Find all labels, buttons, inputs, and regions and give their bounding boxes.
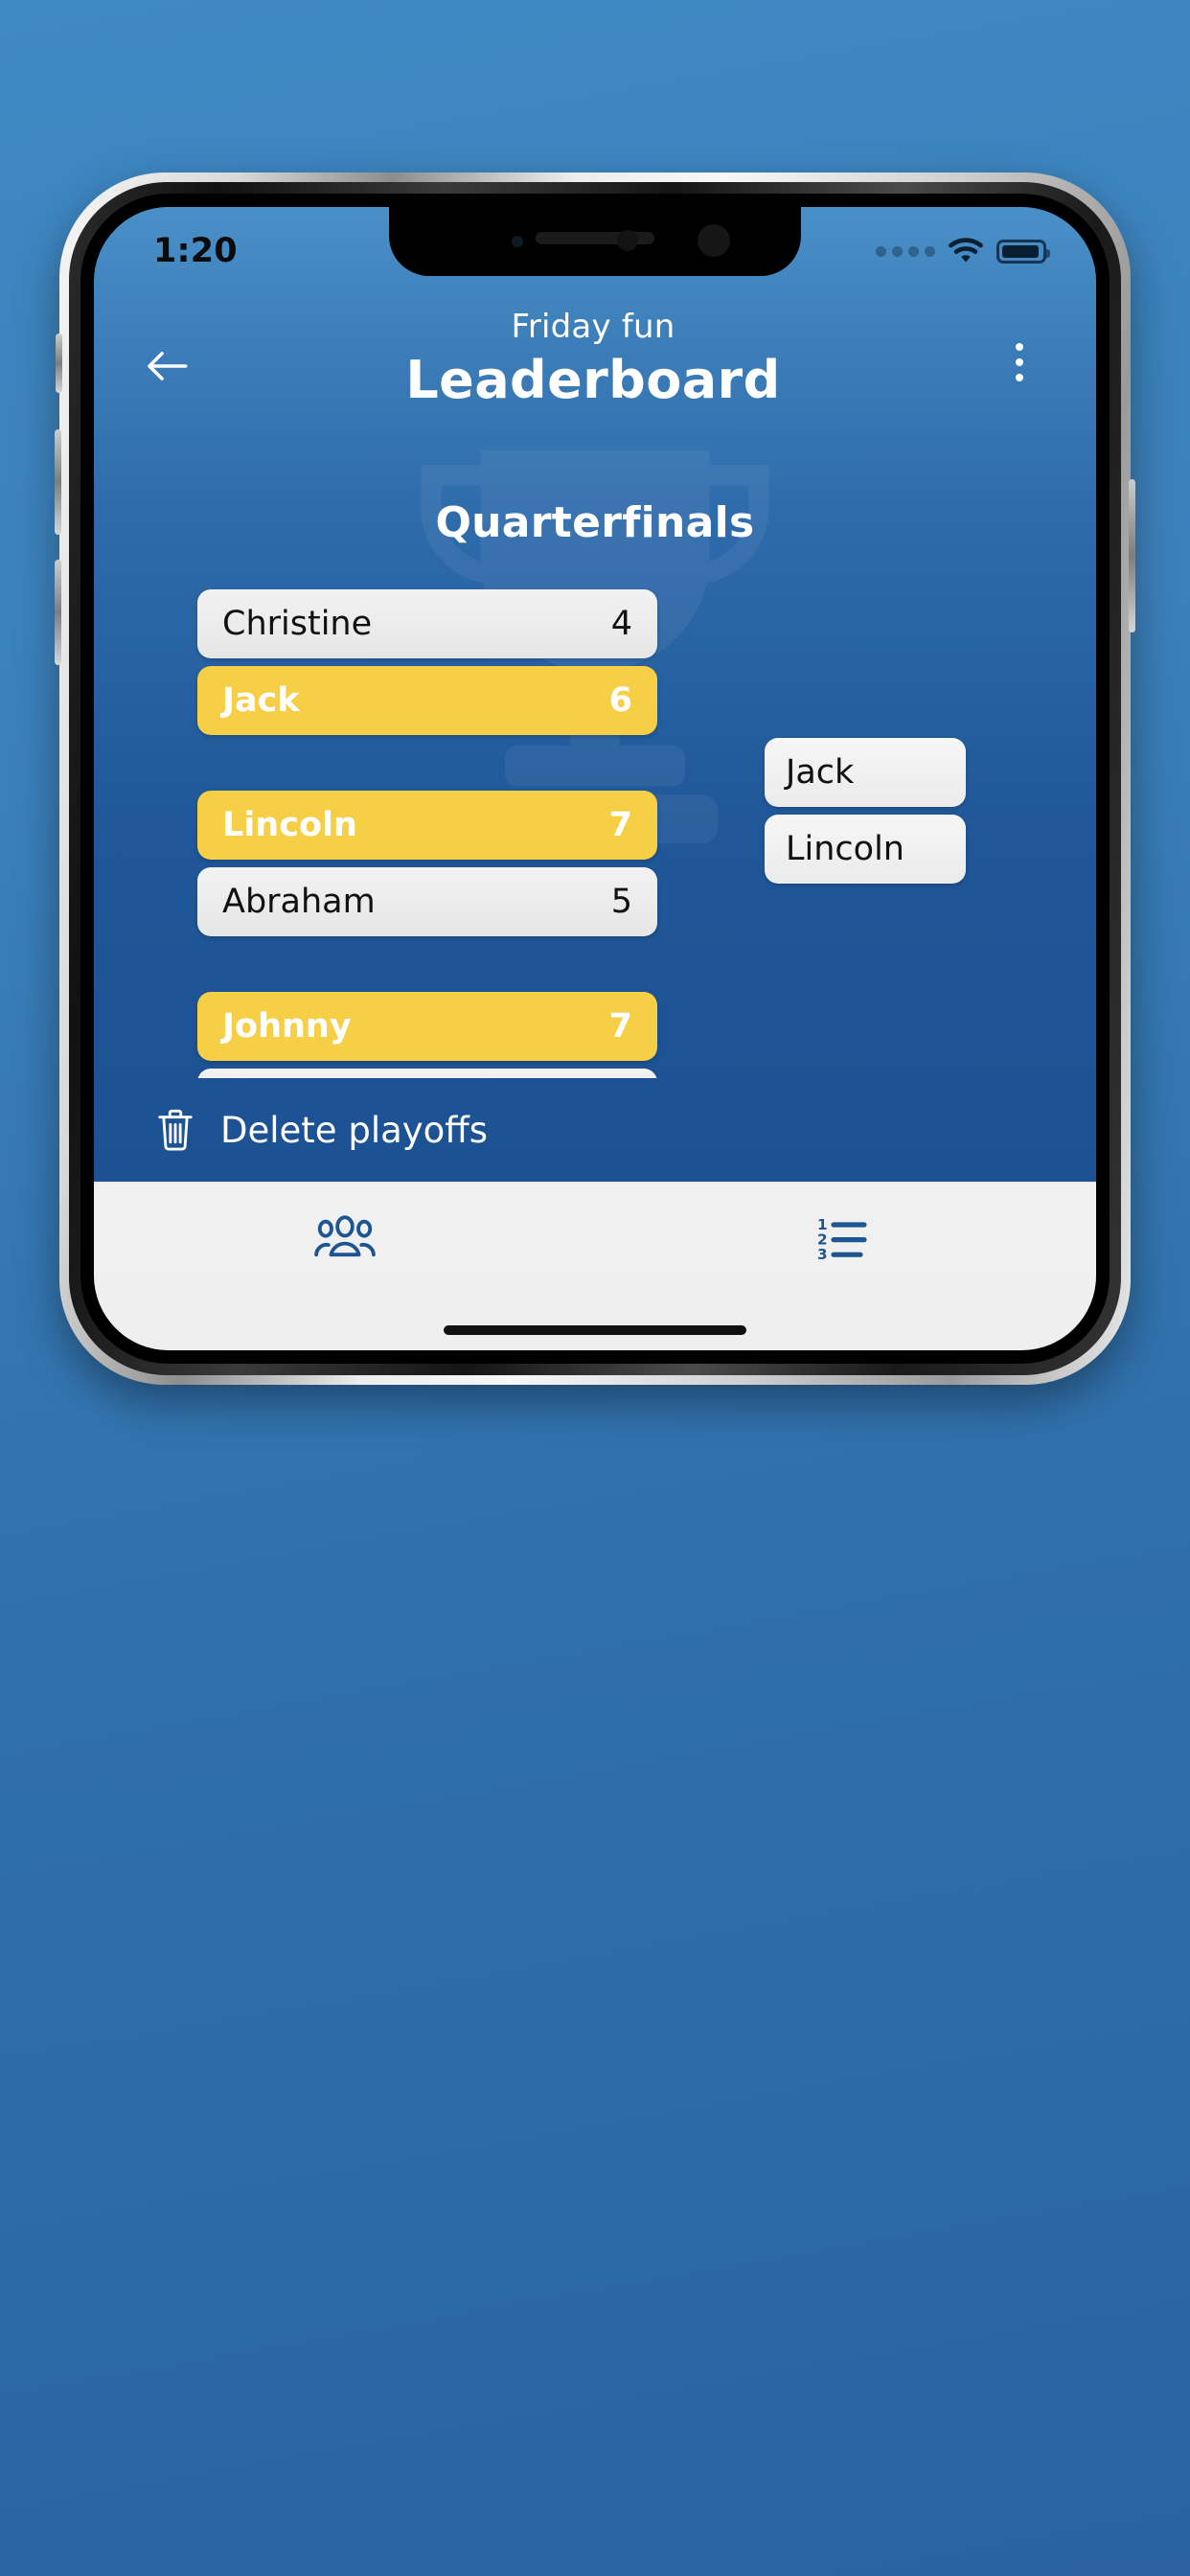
bottom-navigation-bar: 1 2 3 [94, 1182, 1096, 1350]
volume-down-button[interactable] [55, 560, 61, 665]
phone-screen: 1:20 Friday fun Leaderboard Quarterfinal… [94, 207, 1096, 1350]
bracket-row[interactable]: Eric 5 [197, 1069, 657, 1078]
round-title: Quarterfinals [435, 498, 755, 548]
volume-up-button[interactable] [55, 429, 61, 535]
player-score: 5 [610, 883, 632, 922]
bracket-row[interactable]: Jack [765, 738, 966, 808]
back-button[interactable] [132, 332, 201, 401]
trash-icon [158, 1109, 193, 1151]
player-score: 7 [608, 1007, 632, 1046]
playoff-name: Friday fun [511, 308, 675, 346]
signal-dots-icon [876, 245, 935, 257]
back-arrow-icon [148, 352, 188, 380]
people-group-icon [313, 1215, 376, 1257]
svg-text:3: 3 [817, 1246, 828, 1261]
battery-icon [996, 239, 1050, 264]
status-icons [876, 232, 1050, 264]
match-card[interactable]: Lincoln 7 Abraham 5 [197, 791, 657, 937]
player-name: Abraham [222, 883, 376, 922]
status-bar: 1:20 [94, 207, 1096, 289]
player-name: Jack [222, 681, 300, 721]
overflow-menu-button[interactable] [991, 328, 1048, 397]
app-root: 1:20 Friday fun Leaderboard Quarterfinal… [94, 207, 1096, 1350]
player-name: Jack [786, 753, 855, 793]
numbered-list-icon: 1 2 3 [817, 1216, 867, 1261]
app-header: Friday fun Leaderboard [94, 289, 1096, 410]
match-card[interactable]: Jack Lincoln [765, 738, 966, 891]
player-name: Lincoln [222, 806, 357, 845]
player-score: 7 [608, 806, 632, 845]
delete-playoffs-button[interactable]: Delete playoffs [94, 1078, 1096, 1182]
home-indicator[interactable] [444, 1325, 746, 1335]
player-name: Johnny [222, 1007, 352, 1046]
player-name: Christine [222, 605, 373, 644]
bracket-area[interactable]: Quarterfinals Christine 4 Jack 6 Lincoln… [94, 410, 1096, 1078]
delete-playoffs-label: Delete playoffs [220, 1109, 489, 1151]
bracket-row[interactable]: Christine 4 [197, 589, 657, 659]
bracket-row[interactable]: Jack 6 [197, 666, 657, 736]
nav-tab-players[interactable] [94, 1215, 595, 1259]
wifi-icon [949, 238, 983, 263]
bracket-row[interactable]: Lincoln 7 [197, 791, 657, 861]
quarterfinals-column: Christine 4 Jack 6 Lincoln 7 Abraham 5 J… [197, 589, 657, 1078]
kebab-menu-icon [1016, 343, 1023, 351]
match-card[interactable]: Johnny 7 Eric 5 [197, 992, 657, 1078]
player-score: 6 [608, 681, 632, 721]
status-time: 1:20 [153, 232, 238, 270]
nav-tab-leaderboard[interactable]: 1 2 3 [595, 1215, 1096, 1261]
bracket-row[interactable]: Lincoln [765, 815, 966, 885]
wallpaper-background: 1:20 Friday fun Leaderboard Quarterfinal… [0, 0, 1190, 2576]
bracket-row[interactable]: Johnny 7 [197, 992, 657, 1062]
bracket-row[interactable]: Abraham 5 [197, 867, 657, 937]
match-card[interactable]: Christine 4 Jack 6 [197, 589, 657, 736]
player-name: Lincoln [786, 830, 904, 869]
page-title: Leaderboard [405, 349, 781, 410]
mute-switch[interactable] [56, 334, 62, 393]
player-score: 4 [610, 605, 632, 644]
header-titles: Friday fun Leaderboard [201, 307, 991, 410]
phone-device-frame: 1:20 Friday fun Leaderboard Quarterfinal… [55, 172, 1135, 1385]
power-button[interactable] [1129, 479, 1135, 632]
